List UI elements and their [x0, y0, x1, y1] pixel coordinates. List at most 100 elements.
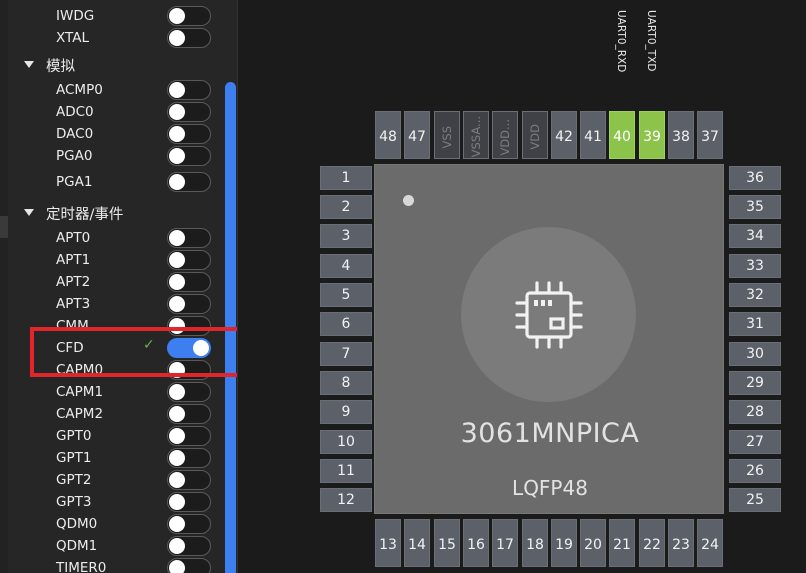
- pin-14[interactable]: 14: [404, 519, 430, 567]
- pin-29[interactable]: 29: [729, 371, 781, 395]
- sidebar-item-gpt0[interactable]: GPT0: [0, 425, 237, 447]
- pin-35[interactable]: 35: [729, 195, 781, 219]
- pin-label: 33: [746, 258, 764, 274]
- sidebar-item-pga0[interactable]: PGA0: [0, 145, 237, 167]
- toggle-cfd[interactable]: [167, 338, 211, 358]
- pin-32[interactable]: 32: [729, 283, 781, 307]
- sidebar-item-adc0[interactable]: ADC0: [0, 101, 237, 123]
- pin-18[interactable]: 18: [522, 519, 548, 567]
- pin-9[interactable]: 9: [320, 400, 372, 424]
- toggle-iwdg[interactable]: [167, 6, 211, 26]
- pin-1[interactable]: 1: [320, 166, 372, 190]
- sidebar-item-xtal[interactable]: XTAL: [0, 27, 237, 49]
- sidebar-item-gpt1[interactable]: GPT1: [0, 447, 237, 469]
- pin-30[interactable]: 30: [729, 342, 781, 366]
- pin-36[interactable]: 36: [729, 166, 781, 190]
- pin-top-38[interactable]: 38: [668, 111, 694, 159]
- toggle-cmm[interactable]: [167, 316, 211, 336]
- pin-top-41[interactable]: 41: [580, 111, 606, 159]
- sidebar-item-capm1[interactable]: CAPM1: [0, 381, 237, 403]
- toggle-capm1[interactable]: [167, 382, 211, 402]
- pin-7[interactable]: 7: [320, 342, 372, 366]
- pin-top-39[interactable]: 39: [639, 111, 665, 159]
- pin-6[interactable]: 6: [320, 312, 372, 336]
- pin-17[interactable]: 17: [492, 519, 518, 567]
- pin-5[interactable]: 5: [320, 283, 372, 307]
- pin-27[interactable]: 27: [729, 430, 781, 454]
- pin-15[interactable]: 15: [434, 519, 460, 567]
- toggle-dac0[interactable]: [167, 124, 211, 144]
- pin-13[interactable]: 13: [375, 519, 401, 567]
- toggle-xtal[interactable]: [167, 28, 211, 48]
- caret-down-icon[interactable]: [24, 209, 34, 216]
- pin-top-vdd[interactable]: VDD...: [492, 111, 518, 159]
- pin-26[interactable]: 26: [729, 459, 781, 483]
- pin-2[interactable]: 2: [320, 195, 372, 219]
- pin-10[interactable]: 10: [320, 430, 372, 454]
- pin-20[interactable]: 20: [580, 519, 606, 567]
- pin-16[interactable]: 16: [463, 519, 489, 567]
- toggle-acmp0[interactable]: [167, 80, 211, 100]
- pin-top-vssa[interactable]: VSSA...: [463, 111, 489, 159]
- pin-top-47[interactable]: 47: [404, 111, 430, 159]
- sidebar-item-pga1[interactable]: PGA1: [0, 171, 237, 193]
- sidebar-item-capm2[interactable]: CAPM2: [0, 403, 237, 425]
- sidebar-scrollbar[interactable]: [225, 82, 236, 573]
- sidebar-item-capm0[interactable]: CAPM0: [0, 359, 237, 381]
- sidebar-item-qdm0[interactable]: QDM0: [0, 513, 237, 535]
- sidebar-item-qdm1[interactable]: QDM1: [0, 535, 237, 557]
- sidebar-group-analog[interactable]: 模拟: [0, 53, 237, 75]
- toggle-capm2[interactable]: [167, 404, 211, 424]
- pin-top-42[interactable]: 42: [551, 111, 577, 159]
- sidebar-item-gpt3[interactable]: GPT3: [0, 491, 237, 513]
- caret-down-icon[interactable]: [24, 61, 34, 68]
- toggle-capm0[interactable]: [167, 360, 211, 380]
- sidebar-item-apt0[interactable]: APT0: [0, 227, 237, 249]
- pin-12[interactable]: 12: [320, 488, 372, 512]
- sidebar-group-timer-event[interactable]: 定时器/事件: [0, 201, 237, 223]
- pin-22[interactable]: 22: [639, 519, 665, 567]
- toggle-apt2[interactable]: [167, 272, 211, 292]
- pin-4[interactable]: 4: [320, 254, 372, 278]
- sidebar-item-iwdg[interactable]: IWDG: [0, 5, 237, 27]
- toggle-pga1[interactable]: [167, 172, 211, 192]
- pin-top-vdd[interactable]: VDD: [522, 111, 548, 159]
- toggle-qdm0[interactable]: [167, 514, 211, 534]
- pin-24[interactable]: 24: [697, 519, 723, 567]
- sidebar-item-cfd[interactable]: CFD ✓: [0, 337, 237, 359]
- toggle-adc0[interactable]: [167, 102, 211, 122]
- toggle-qdm1[interactable]: [167, 536, 211, 556]
- toggle-gpt3[interactable]: [167, 492, 211, 512]
- pin-top-37[interactable]: 37: [697, 111, 723, 159]
- toggle-apt0[interactable]: [167, 228, 211, 248]
- pin-31[interactable]: 31: [729, 312, 781, 336]
- pin-top-40[interactable]: 40: [609, 111, 635, 159]
- pin-23[interactable]: 23: [668, 519, 694, 567]
- pin-top-vss[interactable]: VSS: [434, 111, 460, 159]
- pin-28[interactable]: 28: [729, 400, 781, 424]
- pin-11[interactable]: 11: [320, 459, 372, 483]
- pin-25[interactable]: 25: [729, 488, 781, 512]
- pin-3[interactable]: 3: [320, 224, 372, 248]
- toggle-gpt2[interactable]: [167, 470, 211, 490]
- toggle-pga0[interactable]: [167, 146, 211, 166]
- sidebar-item-apt1[interactable]: APT1: [0, 249, 237, 271]
- pin-34[interactable]: 34: [729, 224, 781, 248]
- pin-21[interactable]: 21: [609, 519, 635, 567]
- toggle-timer0[interactable]: [167, 558, 211, 573]
- pin-8[interactable]: 8: [320, 371, 372, 395]
- pin-19[interactable]: 19: [551, 519, 577, 567]
- toggle-apt1[interactable]: [167, 250, 211, 270]
- toggle-gpt1[interactable]: [167, 448, 211, 468]
- sidebar-item-timer0[interactable]: TIMER0: [0, 557, 237, 573]
- pin-top-48[interactable]: 48: [375, 111, 401, 159]
- pin-33[interactable]: 33: [729, 254, 781, 278]
- sidebar-item-dac0[interactable]: DAC0: [0, 123, 237, 145]
- toggle-apt3[interactable]: [167, 294, 211, 314]
- toggle-gpt0[interactable]: [167, 426, 211, 446]
- sidebar-item-apt3[interactable]: APT3: [0, 293, 237, 315]
- sidebar-item-cmm[interactable]: CMM: [0, 315, 237, 337]
- sidebar-item-apt2[interactable]: APT2: [0, 271, 237, 293]
- sidebar-item-acmp0[interactable]: ACMP0: [0, 79, 237, 101]
- sidebar-item-gpt2[interactable]: GPT2: [0, 469, 237, 491]
